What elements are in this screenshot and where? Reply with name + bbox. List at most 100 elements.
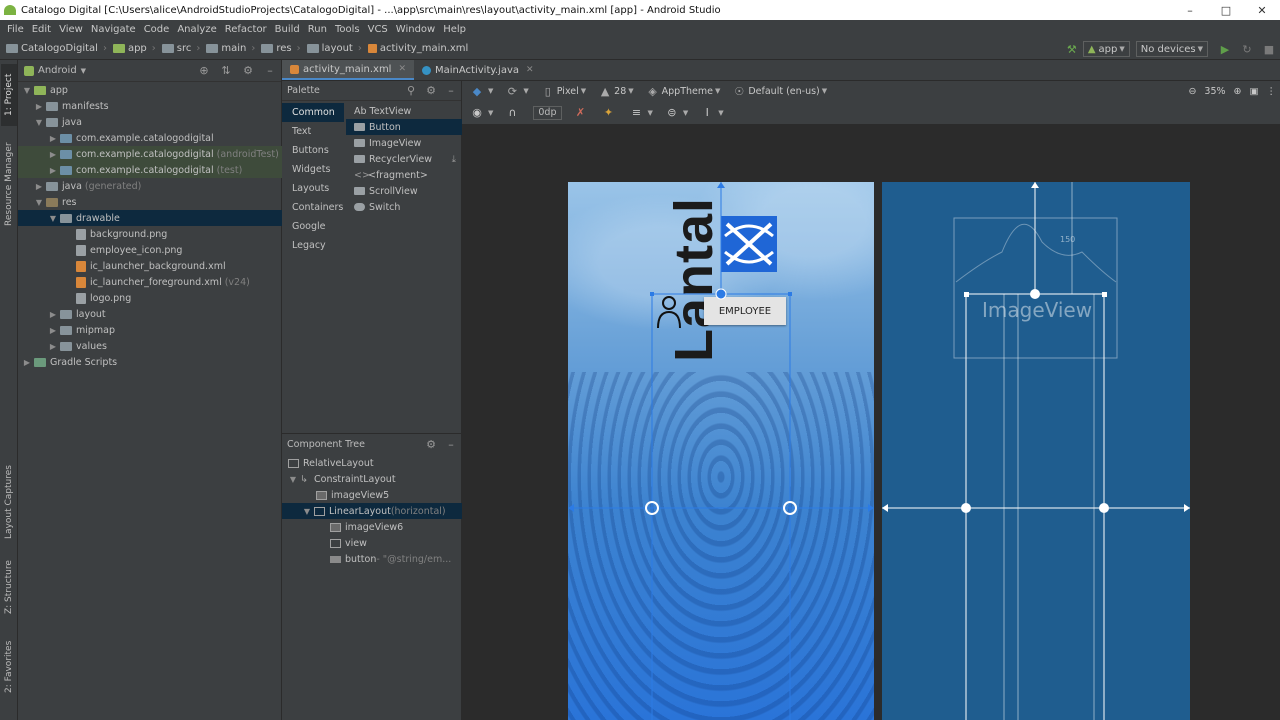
module-selector[interactable]: ▲ app ▼ [1082, 41, 1130, 57]
component-constraintlayout[interactable]: ▼ ↳ ConstraintLayout [282, 471, 462, 487]
tree-item-background-png[interactable]: background.png [18, 226, 282, 242]
minimize-icon[interactable]: – [259, 64, 281, 77]
component-button[interactable]: button - "@string/em... [282, 551, 462, 567]
palette-item-textview[interactable]: Ab TextView [346, 103, 462, 119]
tree-item-employee-icon-png[interactable]: employee_icon.png [18, 242, 282, 258]
palette-item-button[interactable]: Button [346, 119, 462, 135]
locale-selector[interactable]: ☉ Default (en-us) ▼ [732, 84, 827, 98]
tab-resource-manager[interactable]: Resource Manager [1, 138, 17, 230]
breadcrumb-main[interactable]: main › [206, 43, 255, 54]
menu-window[interactable]: Window [392, 24, 439, 35]
tree-item-gradle-scripts[interactable]: ▶ Gradle Scripts [18, 354, 282, 370]
menu-run[interactable]: Run [304, 24, 331, 35]
component-relativelayout[interactable]: RelativeLayout [282, 455, 462, 471]
tree-item-drawable[interactable]: ▼ drawable [18, 210, 282, 226]
close-button[interactable]: ✕ [1244, 0, 1280, 20]
tree-item-logo-png[interactable]: logo.png [18, 290, 282, 306]
breadcrumb-app[interactable]: app › [112, 43, 156, 54]
project-view-selector[interactable]: Android [38, 65, 77, 76]
tree-item-res[interactable]: ▼ res [18, 194, 282, 210]
run-icon[interactable]: ▶ [1217, 41, 1233, 57]
autoconnect-toggle[interactable]: ∩ [505, 106, 521, 120]
device-selector[interactable]: No devices ▼ [1135, 41, 1208, 57]
tree-item-package-androidtest[interactable]: ▶ com.example.catalogodigital (androidTest… [18, 146, 282, 162]
tree-item-mipmap[interactable]: ▶ mipmap [18, 322, 282, 338]
palette-item-imageview[interactable]: ImageView [346, 135, 462, 151]
tree-item-values[interactable]: ▶ values [18, 338, 282, 354]
close-tab-icon[interactable]: ✕ [398, 64, 406, 74]
blueprint-view[interactable]: 150 ImageView [882, 182, 1190, 720]
maximize-button[interactable]: □ [1208, 0, 1244, 20]
device-selector-pixel[interactable]: ▯ Pixel ▼ [541, 84, 586, 98]
palette-category-layouts[interactable]: Layouts [282, 179, 344, 198]
design-preview[interactable]: Lantal EMPLOYEE [568, 182, 874, 720]
clear-constraints-button[interactable]: ✗ [574, 106, 590, 120]
breadcrumb-res[interactable]: res › [261, 43, 301, 54]
tab-layout-captures[interactable]: Layout Captures [1, 460, 17, 544]
breadcrumb-src[interactable]: src › [161, 43, 200, 54]
palette-category-text[interactable]: Text [282, 122, 344, 141]
tree-item-app[interactable]: ▼ app [18, 82, 282, 98]
baseline-button[interactable]: I ▼ [700, 106, 724, 120]
palette-category-buttons[interactable]: Buttons [282, 141, 344, 160]
breadcrumb-project[interactable]: CatalogoDigital › [6, 43, 107, 54]
design-canvas[interactable]: Lantal EMPLOYEE 150 ImageView [462, 125, 1280, 720]
gear-icon[interactable]: ⚙ [421, 84, 441, 97]
tab-favorites[interactable]: 2: Favorites [1, 636, 17, 698]
locate-icon[interactable]: ⊕ [193, 64, 215, 77]
minimize-icon[interactable]: – [441, 438, 461, 451]
minimize-button[interactable]: – [1172, 0, 1208, 20]
tree-item-java[interactable]: ▼ java [18, 114, 282, 130]
breadcrumb-file[interactable]: activity_main.xml [367, 43, 468, 54]
palette-category-widgets[interactable]: Widgets [282, 160, 344, 179]
design-surface-selector[interactable]: ◆ ▼ [470, 84, 494, 98]
tree-item-ic-launcher-background[interactable]: ic_launcher_background.xml [18, 258, 282, 274]
tab-mainactivity-java[interactable]: MainActivity.java ✕ [414, 60, 542, 80]
menu-help[interactable]: Help [439, 24, 470, 35]
palette-item-switch[interactable]: Switch [346, 199, 462, 215]
tree-item-java-generated[interactable]: ▶ java (generated) [18, 178, 282, 194]
download-icon[interactable]: ⤓ [452, 154, 456, 165]
menu-vcs[interactable]: VCS [364, 24, 392, 35]
menu-view[interactable]: View [55, 24, 87, 35]
palette-category-google[interactable]: Google [282, 217, 344, 236]
guidelines-button[interactable]: ≡ ▼ [630, 106, 653, 120]
api-level-selector[interactable]: ▲ 28 ▼ [598, 84, 634, 98]
palette-item-recyclerview[interactable]: RecyclerView ⤓ [346, 151, 462, 167]
tab-structure[interactable]: Z: Structure [1, 556, 17, 618]
component-view[interactable]: view [282, 535, 462, 551]
stop-icon[interactable]: ■ [1261, 41, 1277, 57]
hammer-icon[interactable]: ⚒ [1064, 41, 1080, 57]
view-options-button[interactable]: ◉ ▼ [470, 106, 493, 120]
theme-selector[interactable]: ◈ AppTheme ▼ [646, 84, 720, 98]
default-margin-selector[interactable]: 0dp [533, 105, 562, 120]
gear-icon[interactable]: ⚙ [421, 438, 441, 451]
zoom-to-fit-icon[interactable]: ▣ [1250, 86, 1259, 97]
search-icon[interactable]: ⚲ [401, 84, 421, 97]
menu-code[interactable]: Code [140, 24, 174, 35]
minimize-icon[interactable]: – [441, 84, 461, 97]
menu-build[interactable]: Build [271, 24, 304, 35]
menu-analyze[interactable]: Analyze [173, 24, 220, 35]
tree-item-manifests[interactable]: ▶ manifests [18, 98, 282, 114]
breadcrumb-layout[interactable]: layout › [306, 43, 362, 54]
tree-item-package-test[interactable]: ▶ com.example.catalogodigital (test) [18, 162, 282, 178]
palette-category-legacy[interactable]: Legacy [282, 236, 344, 255]
palette-item-fragment[interactable]: <> <fragment> [346, 167, 462, 183]
palette-item-scrollview[interactable]: ScrollView [346, 183, 462, 199]
palette-category-common[interactable]: Common [282, 103, 344, 122]
close-tab-icon[interactable]: ✕ [526, 65, 534, 75]
zoom-in-icon[interactable]: ⊕ [1234, 86, 1242, 97]
tree-item-layout[interactable]: ▶ layout [18, 306, 282, 322]
component-linearlayout[interactable]: ▼ LinearLayout (horizontal) [282, 503, 462, 519]
menu-navigate[interactable]: Navigate [87, 24, 140, 35]
zoom-out-icon[interactable]: ⊖ [1188, 86, 1196, 97]
menu-refactor[interactable]: Refactor [221, 24, 271, 35]
menu-edit[interactable]: Edit [28, 24, 55, 35]
tree-item-package[interactable]: ▶ com.example.catalogodigital [18, 130, 282, 146]
orientation-selector[interactable]: ⟳ ▼ [505, 84, 529, 98]
component-imageview6[interactable]: imageView6 [282, 519, 462, 535]
menu-file[interactable]: File [3, 24, 28, 35]
gear-icon[interactable]: ⚙ [237, 64, 259, 77]
tab-project[interactable]: 1: Project [1, 64, 17, 126]
